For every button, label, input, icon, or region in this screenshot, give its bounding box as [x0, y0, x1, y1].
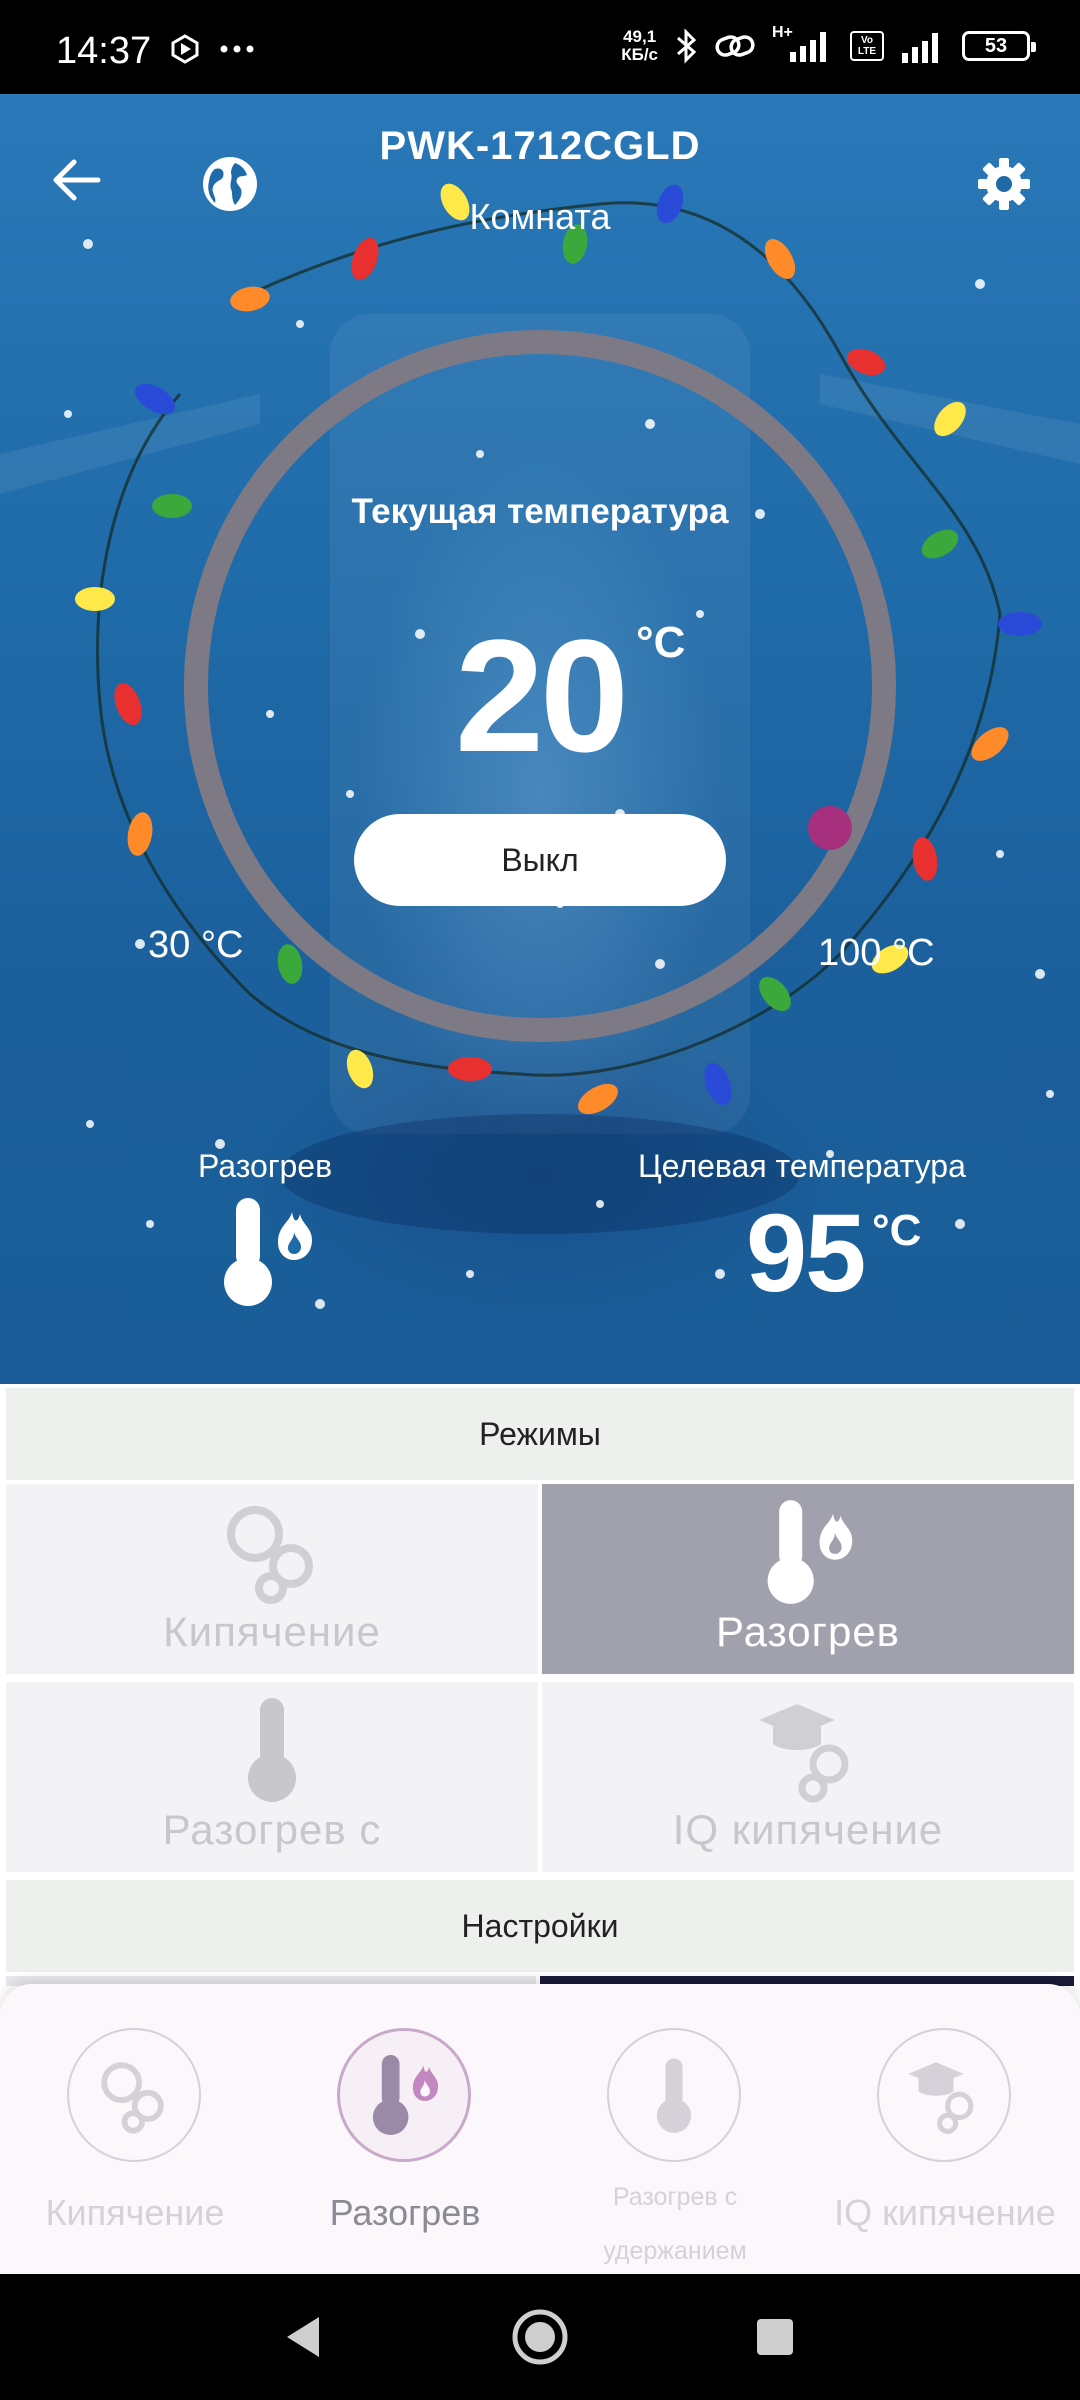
net-speed-value: 49,1: [623, 27, 657, 46]
signal-bars-icon: [790, 32, 826, 62]
volte-bottom: LTE: [857, 46, 877, 57]
more-dots-icon: [220, 45, 254, 53]
mode-tile-heat[interactable]: Разогрев: [542, 1484, 1074, 1674]
thermometer-flame-icon: [224, 1198, 312, 1306]
nav-circle: [67, 2028, 201, 2162]
system-recents-button[interactable]: [740, 2302, 810, 2372]
nav-item-iq-boil[interactable]: IQ кипячение: [810, 1984, 1080, 2274]
status-left-icons: [170, 34, 254, 64]
nav-item-heat-hold[interactable]: Разогрев с удержанием: [540, 1984, 810, 2274]
bubbles-icon: [101, 2062, 164, 2134]
nav-label: Кипячение: [45, 2192, 225, 2233]
mode-tile-label: IQ кипячение: [672, 1806, 944, 1853]
thermometer-flame-icon: [767, 1500, 853, 1604]
status-bar: 14:37 49,1 КБ/с H+ Vo LTE 53: [0, 0, 1080, 94]
home-circle-icon: [512, 2309, 568, 2365]
current-temp-label: Текущая температура: [351, 492, 729, 531]
net-speed-unit: КБ/с: [621, 45, 658, 64]
link-icon: [715, 35, 755, 57]
kettle-hero: PWK-1712CGLD Комната Текущая температура: [0, 94, 1080, 1384]
net-speed: 49,1 КБ/с: [621, 28, 658, 64]
target-temp-value[interactable]: 95: [746, 1190, 866, 1317]
nav-item-boil[interactable]: Кипячение: [0, 1984, 270, 2274]
volte-top: Vo: [860, 35, 874, 46]
power-off-button[interactable]: Выкл: [354, 814, 726, 906]
target-temp-unit: °C: [872, 1206, 922, 1255]
signal-bars-icon-2: [902, 33, 938, 63]
graduation-bubbles-icon: [759, 1704, 849, 1803]
mode-tile-label: Разогрев с: [162, 1806, 382, 1853]
mode-tile-heat-hold[interactable]: Разогрев с: [6, 1682, 538, 1872]
mode-tile-label: Разогрев: [716, 1608, 900, 1655]
nav-circle: [337, 2028, 471, 2162]
battery-indicator: 53: [962, 31, 1036, 61]
system-back-button[interactable]: [268, 2302, 338, 2372]
range-max-label: 100 °C: [818, 932, 935, 974]
target-temp-label: Целевая температура: [638, 1148, 966, 1184]
settings-button[interactable]: [964, 144, 1044, 224]
current-mode-label: Разогрев: [198, 1148, 333, 1184]
status-right: 49,1 КБ/с H+ Vo LTE 53: [621, 24, 1036, 64]
thermometer-icon: [248, 1698, 296, 1802]
thermometer-icon: [656, 2058, 692, 2133]
modes-header: Режимы: [6, 1388, 1074, 1480]
current-temp-wrap: 20: [0, 604, 1080, 788]
mode-tile-iq-boil[interactable]: IQ кипячение: [542, 1682, 1074, 1872]
square-recents-icon: [757, 2319, 793, 2355]
current-temp-value: 20: [455, 606, 629, 785]
thermometer-flame-icon: [372, 2054, 439, 2136]
mode-tile-label: Кипячение: [163, 1608, 381, 1655]
nav-circle: [607, 2028, 741, 2162]
nav-label: Разогрев: [329, 2192, 481, 2233]
device-name: PWK-1712CGLD: [379, 124, 701, 168]
status-time: 14:37: [56, 30, 152, 72]
range-min-label: 30 °C: [148, 924, 244, 966]
bottom-mode-bar: Кипячение Разогрев Разогрев с удержанием: [0, 1984, 1080, 2274]
nav-label: IQ кипячение: [834, 2192, 1056, 2233]
settings-header: Настройки: [6, 1880, 1074, 1972]
signal-h-plus: H+: [772, 24, 834, 64]
nav-item-heat[interactable]: Разогрев: [270, 1984, 540, 2274]
current-temp-unit: °C: [636, 618, 686, 667]
dial-knob[interactable]: [808, 806, 852, 850]
gear-icon: [978, 158, 1030, 210]
bluetooth-icon: [677, 28, 697, 64]
volte-icon: Vo LTE: [850, 31, 884, 61]
mode-tile-boil[interactable]: Кипячение: [6, 1484, 538, 1674]
graduation-bubbles-icon: [908, 2062, 974, 2134]
nav-label: Разогрев с удержанием: [603, 2183, 747, 2265]
system-navigation-bar: [0, 2274, 1080, 2400]
app-notification-icon: [171, 34, 199, 64]
nav-circle: [877, 2028, 1011, 2162]
system-home-button[interactable]: [505, 2302, 575, 2372]
bubbles-icon: [227, 1506, 313, 1604]
triangle-back-icon: [287, 2317, 319, 2357]
room-name: Комната: [469, 196, 611, 237]
